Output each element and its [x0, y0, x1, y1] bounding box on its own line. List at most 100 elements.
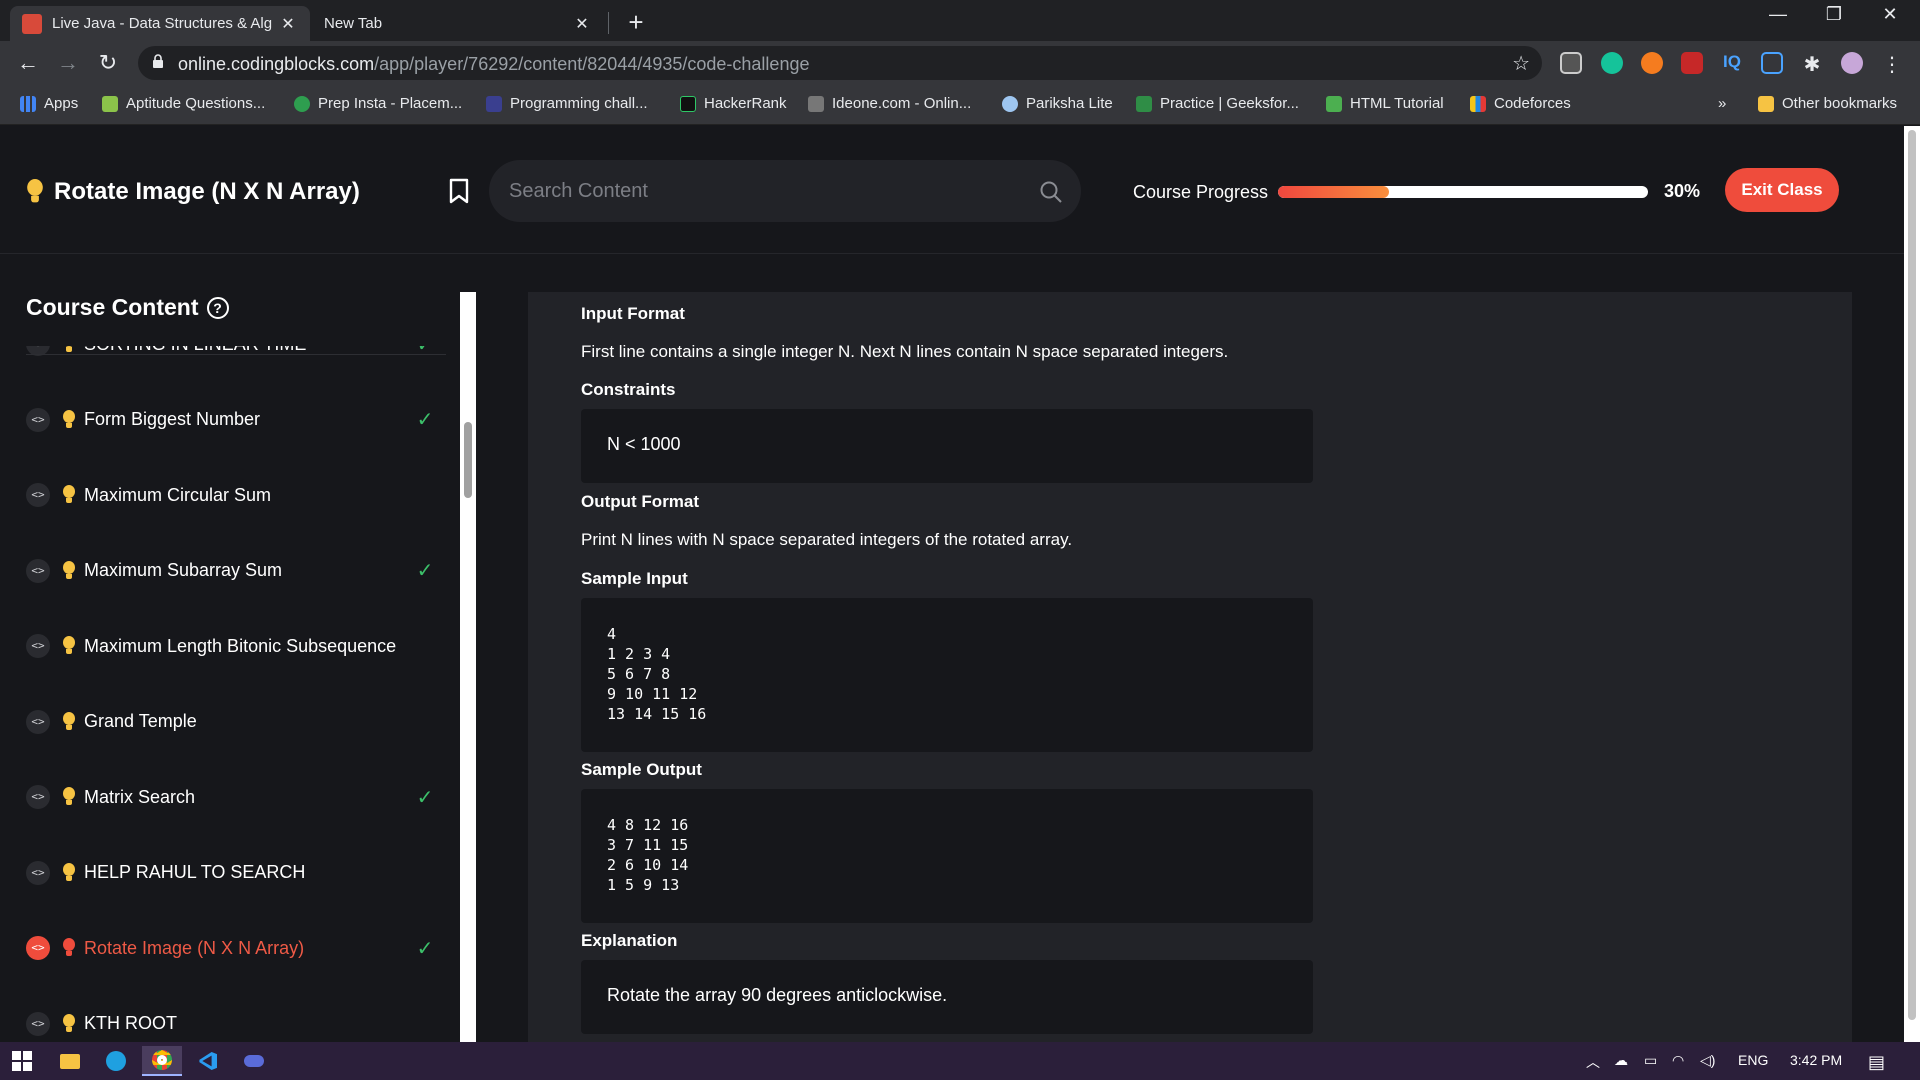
bookmark-label: Ideone.com - Onlin...	[832, 95, 972, 112]
bookmark-other-folder[interactable]: Other bookmarks	[1758, 95, 1897, 112]
chrome-taskbar-icon[interactable]	[142, 1046, 182, 1076]
back-arrow-icon[interactable]: ←	[14, 49, 42, 77]
sidebar-item[interactable]: <> Matrix Search ✓	[26, 777, 436, 817]
sidebar-item[interactable]: <> Rotate Image (N X N Array) ✓	[26, 928, 436, 968]
grammarly-icon[interactable]	[1601, 52, 1623, 74]
bookmark-label: Codeforces	[1494, 95, 1571, 112]
sidebar-scrollbar-thumb[interactable]	[464, 422, 472, 498]
code-challenge-icon: <>	[26, 1011, 50, 1036]
close-tab-icon[interactable]: ✕	[278, 14, 298, 34]
check-icon: ✓	[416, 560, 434, 582]
bookmark-aptitude[interactable]: Aptitude Questions...	[102, 95, 265, 112]
new-tab-plus-icon[interactable]: +	[622, 7, 650, 38]
search-content-box[interactable]	[489, 160, 1081, 222]
help-icon[interactable]: ?	[206, 296, 229, 319]
bookmark-programming[interactable]: Programming chall...	[486, 95, 648, 112]
page-scrollbar-thumb[interactable]	[1908, 130, 1916, 1020]
bookmarks-bar: Apps Aptitude Questions... Prep Insta - …	[0, 85, 1920, 125]
iq-extension-icon[interactable]: IQ	[1721, 52, 1743, 74]
forward-arrow-icon[interactable]: →	[54, 49, 82, 77]
tab-title: New Tab	[324, 15, 383, 32]
code-challenge-icon: <>	[26, 709, 50, 734]
search-input[interactable]	[509, 178, 1009, 204]
check-icon: ✓	[416, 786, 434, 809]
search-icon[interactable]	[1039, 180, 1063, 204]
lightbulb-icon	[62, 1013, 76, 1034]
output-format-text: Print N lines with N space separated int…	[581, 530, 1073, 549]
tab-title: Live Java - Data Structures & Alg	[52, 15, 273, 32]
notifications-icon[interactable]: ▤	[1868, 1052, 1885, 1073]
sample-input-code: 4 1 2 3 4 5 6 7 8 9 10 11 12 13 14 15 16	[607, 625, 707, 723]
codeforces-icon	[1470, 95, 1486, 112]
sidebar-item-label: Maximum Circular Sum	[84, 484, 272, 505]
url-path: /app/player/76292/content/82044/4935/cod…	[374, 54, 810, 74]
course-progress-label: Course Progress	[1133, 182, 1269, 202]
exit-class-button[interactable]: Exit Class	[1725, 168, 1839, 212]
address-bar[interactable]: online.codingblocks.com/app/player/76292…	[138, 46, 1542, 80]
sidebar-scrollbar[interactable]	[460, 292, 476, 1042]
volume-icon[interactable]: ◁)	[1700, 1052, 1715, 1069]
sidebar-item[interactable]: <> Grand Temple	[26, 702, 436, 742]
sidebar-item[interactable]: <> Maximum Subarray Sum ✓	[26, 551, 436, 591]
page-scrollbar[interactable]	[1904, 126, 1920, 1042]
bookmark-html-tutorial[interactable]: HTML Tutorial	[1326, 95, 1444, 112]
input-language[interactable]: ENG	[1738, 1052, 1768, 1068]
extension-glasses-icon[interactable]	[1560, 52, 1582, 74]
vscode-icon[interactable]	[188, 1046, 228, 1076]
extensions-puzzle-icon[interactable]: ✱	[1801, 52, 1823, 76]
reload-icon[interactable]: ↻	[94, 49, 122, 77]
sample-output-code: 4 8 12 16 3 7 11 15 2 6 10 14 1 5 9 13	[607, 816, 689, 894]
course-content-heading: Course Content ?	[26, 294, 229, 321]
bookmark-pariksha[interactable]: Pariksha Lite	[1002, 95, 1113, 112]
bookmark-geeksforgeeks[interactable]: Practice | Geeksfor...	[1136, 95, 1299, 112]
extension-red-icon[interactable]	[1681, 52, 1703, 74]
battery-icon[interactable]: ▭	[1644, 1052, 1657, 1069]
minimize-icon[interactable]: —	[1758, 4, 1798, 25]
edge-icon[interactable]	[96, 1046, 136, 1076]
bookmark-apps[interactable]: Apps	[20, 95, 78, 112]
sidebar-item[interactable]: <>SORTING IN LINEAR TIME✓	[26, 346, 436, 364]
pariksha-icon	[1002, 95, 1018, 112]
explanation-box: Rotate the array 90 degrees anticlockwis…	[581, 960, 1313, 1034]
bookmark-hackerrank[interactable]: HackerRank	[680, 95, 787, 112]
windows-start-icon[interactable]	[2, 1046, 42, 1076]
sidebar-item[interactable]: <> KTH ROOT	[26, 1004, 436, 1043]
bookmark-ideone[interactable]: Ideone.com - Onlin...	[808, 95, 971, 112]
sidebar-item[interactable]: <> Maximum Length Bitonic Subsequence	[26, 626, 436, 666]
tray-chevron-icon[interactable]: ︿	[1586, 1052, 1600, 1072]
onedrive-icon[interactable]: ☁	[1614, 1052, 1628, 1069]
code-challenge-icon: <>	[26, 936, 50, 960]
sidebar-item[interactable]: <> Form Biggest Number ✓	[26, 400, 436, 440]
sidebar-item[interactable]: <> HELP RAHUL TO SEARCH	[26, 853, 436, 893]
sidebar-item[interactable]: <> Maximum Circular Sum	[26, 475, 436, 515]
bookmark-codeforces[interactable]: Codeforces	[1470, 95, 1571, 112]
bookmark-label: Other bookmarks	[1782, 95, 1898, 112]
wifi-icon[interactable]: ◠	[1672, 1052, 1684, 1069]
ideone-icon	[808, 95, 824, 112]
course-progress-bar	[1278, 186, 1648, 198]
restore-icon[interactable]: ❐	[1814, 4, 1854, 25]
sidebar-item-label: Grand Temple	[84, 711, 197, 731]
course-content-sidebar: Course Content ? <>SORTING IN LINEAR TIM…	[0, 254, 476, 1042]
more-bookmarks-chevron-icon[interactable]: »	[1718, 95, 1726, 112]
file-explorer-icon[interactable]	[50, 1046, 90, 1076]
folder-icon	[1758, 95, 1774, 112]
tab-live-java[interactable]: Live Java - Data Structures & Alg ✕	[10, 6, 310, 41]
close-window-icon[interactable]: ✕	[1870, 4, 1910, 25]
tab-new-tab[interactable]: New Tab ✕	[312, 6, 604, 41]
hackerrank-icon	[680, 95, 696, 112]
app-taskbar-icon[interactable]	[234, 1046, 274, 1076]
chrome-menu-icon[interactable]: ⋮	[1881, 52, 1903, 76]
codingblocks-favicon-icon	[22, 13, 42, 34]
extension-blue-icon[interactable]	[1761, 52, 1783, 74]
bookmark-prepinsta[interactable]: Prep Insta - Placem...	[294, 95, 462, 112]
profile-avatar[interactable]	[1841, 52, 1863, 74]
lightbulb-icon	[62, 485, 76, 505]
bookmark-icon[interactable]	[448, 178, 470, 204]
clock-time[interactable]: 3:42 PM	[1790, 1052, 1842, 1068]
extension-orange-icon[interactable]	[1641, 52, 1663, 74]
prepinsta-icon	[294, 95, 310, 112]
close-tab-icon[interactable]: ✕	[572, 14, 592, 34]
page-title-text: Rotate Image (N X N Array)	[54, 178, 360, 205]
bookmark-star-icon[interactable]: ☆	[1512, 51, 1530, 76]
